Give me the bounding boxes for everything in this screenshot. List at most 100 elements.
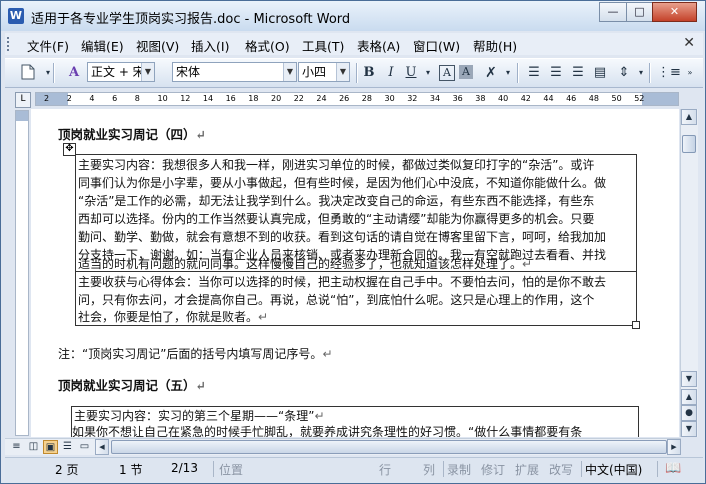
numbering-icon[interactable]: ⋮≡ [657,64,681,82]
menu-window[interactable]: 窗口(W) [413,36,460,55]
menu-view[interactable]: 视图(V) [136,36,179,55]
right-margin-area [642,93,678,105]
reading-view-icon[interactable]: ▭ [77,440,92,454]
scroll-right-icon[interactable]: ▶ [667,439,681,455]
line-spacing-dropdown-icon[interactable]: ▾ [632,64,650,82]
menu-help[interactable]: 帮助(H) [473,36,517,55]
outline-view-icon[interactable]: ☰ [60,440,75,454]
status-language: 中文(中国) [585,463,643,477]
align-justify-icon[interactable]: ☰ [525,64,543,82]
print-layout-view-icon[interactable]: ▣ [43,440,58,454]
toolbar-overflow-icon[interactable]: » [681,64,699,82]
table1-row2-line1: 主要收获与心得体会：当你可以选择的时候，把主动权握在自己手中。不要怕去问，怕的是… [78,275,607,289]
char-scale-icon[interactable]: ✗ [482,64,500,82]
table1-row2-line3-text: 社会，你要是怕了，你就是败者。 [78,310,259,324]
scroll-thumb[interactable] [682,135,696,153]
styles-and-formatting-icon[interactable]: A [65,64,83,82]
status-rec[interactable]: 录制 [447,461,471,478]
vertical-ruler[interactable] [15,110,29,436]
scroll-down-icon[interactable]: ▼ [681,371,697,387]
left-margin-area [36,93,68,105]
ruler-tick-label: 28 [361,94,372,103]
close-window-button[interactable]: ✕ [652,2,697,22]
horizontal-ruler[interactable]: 2 2 4 6 8 10 12 14 16 18 20 22 24 26 28 30 32 34 36 38 40 42 4… [35,92,679,106]
scroll-left-icon[interactable]: ◀ [95,439,109,455]
distributed-align-icon[interactable]: ▤ [591,64,609,82]
status-extend[interactable]: 扩展 [515,461,539,478]
status-line: 行 [379,463,392,477]
font-dropdown-arrow-icon[interactable]: ▼ [283,63,296,81]
ruler-tick-label: 42 [520,94,531,103]
menu-edit[interactable]: 编辑(E) [81,36,124,55]
menu-file[interactable]: 文件(F) [27,36,69,55]
ruler-tick-label: 26 [339,94,350,103]
char-scale-dropdown-icon[interactable]: ▾ [499,64,517,82]
ruler-tick-label: 12 [180,94,191,103]
underline-button[interactable]: U [402,64,420,82]
underline-dropdown-icon[interactable]: ▾ [419,64,437,82]
document-page[interactable]: 顶岗就业实习周记（四）↵ ✥ 主要实习内容：我想很多人和我一样，刚进实习单位的时… [31,109,679,437]
minimize-button[interactable]: — [599,2,627,22]
italic-button[interactable]: I [382,64,400,82]
horizontal-scroll-thumb[interactable] [111,440,667,454]
status-track-changes[interactable]: 修订 [481,461,505,478]
ruler-tick-label: 6 [112,94,118,103]
table2-line2: 如果你不想让自己在紧急的时候手忙脚乱，就要养成讲究条理性的好习惯。“做什么事情都… [72,425,583,437]
horizontal-scrollbar[interactable]: ≡ ◫ ▣ ☰ ▭ ◀ ▶ [5,438,681,455]
font-combo[interactable]: 宋体 ▼ [172,62,297,82]
normal-view-icon[interactable]: ≡ [9,440,24,454]
ruler-tick-label: 34 [429,94,441,103]
menu-insert[interactable]: 插入(I) [191,36,229,55]
ruler-tick-label: 14 [202,94,214,103]
tab-selector[interactable]: L [15,92,31,108]
status-section: 1 节 [119,463,143,477]
char-border-icon[interactable]: A [439,65,455,81]
char-shading-icon[interactable]: A [459,65,473,79]
menu-table[interactable]: 表格(A) [357,36,400,55]
align-right-icon[interactable]: ☰ [569,64,587,82]
font-size-combo[interactable]: 小四 ▼ [298,62,350,82]
line-spacing-icon[interactable]: ⇕ [615,64,633,82]
close-document-icon[interactable]: ✕ [683,35,695,51]
align-center-icon[interactable]: ☰ [547,64,565,82]
menu-tools[interactable]: 工具(T) [302,36,344,55]
scroll-up-icon[interactable]: ▲ [681,109,697,125]
style-combo[interactable]: 正文 + 宋体 ▼ [87,62,155,82]
ruler-tick-label: 20 [271,94,282,103]
vertical-scrollbar[interactable]: ▲ ▼ ▲ ● ▼ [680,109,698,437]
status-position: 位置 [219,463,244,477]
ruler-tick-label: 4 [89,94,95,103]
menu-grip[interactable] [7,37,13,51]
bold-button[interactable]: B [360,64,378,82]
status-overtype[interactable]: 改写 [549,461,573,478]
ruler-tick-label: 38 [475,94,486,103]
table2-line1-text: 主要实习内容：实习的第三个星期——“条理” [74,409,315,423]
heading-week-4: 顶岗就业实习周记（四）↵ [58,124,206,143]
ruler-tick-label: 24 [316,94,327,103]
table1-row1-line4: 西却可以选择。份内的工作当然要认真完成，但勇敢的“主动请缨”却能为你赢得更多的机… [78,212,595,226]
ruler-tick-label: 18 [248,94,259,103]
table1-row1-line3: “杂活”是工作的必需，却无法让我学到什么。我决定改变自己的命运，有些东西不能选择… [78,194,595,208]
window-title: 适用于各专业学生顶岗实习报告.doc - Microsoft Word [31,12,351,27]
ruler-tick-label: 2 [66,94,72,103]
size-dropdown-arrow-icon[interactable]: ▼ [336,63,349,81]
next-page-icon[interactable]: ▼ [681,421,697,437]
ruler-tick-label: 52 [634,94,645,103]
previous-page-icon[interactable]: ▲ [681,389,697,405]
status-separator [213,461,214,477]
ruler-tick-label: 44 [543,94,554,103]
menu-format[interactable]: 格式(O) [245,36,290,55]
toolbar-separator [53,63,55,83]
web-view-icon[interactable]: ◫ [26,440,41,454]
style-dropdown-arrow-icon[interactable]: ▼ [141,63,154,81]
spelling-grammar-status-icon[interactable]: 📖 [665,461,681,476]
status-page: 2 页 [55,463,79,477]
ruler-tick-label: 22 [293,94,304,103]
heading-week-4-text: 顶岗就业实习周记（四） [58,127,196,142]
table-resize-handle[interactable] [632,321,640,329]
new-document-icon[interactable] [19,64,37,82]
toolbar-separator [517,63,519,83]
select-browse-object-icon[interactable]: ● [681,405,697,421]
maximize-button[interactable]: □ [626,2,653,22]
word-app-icon[interactable]: W [8,8,24,24]
